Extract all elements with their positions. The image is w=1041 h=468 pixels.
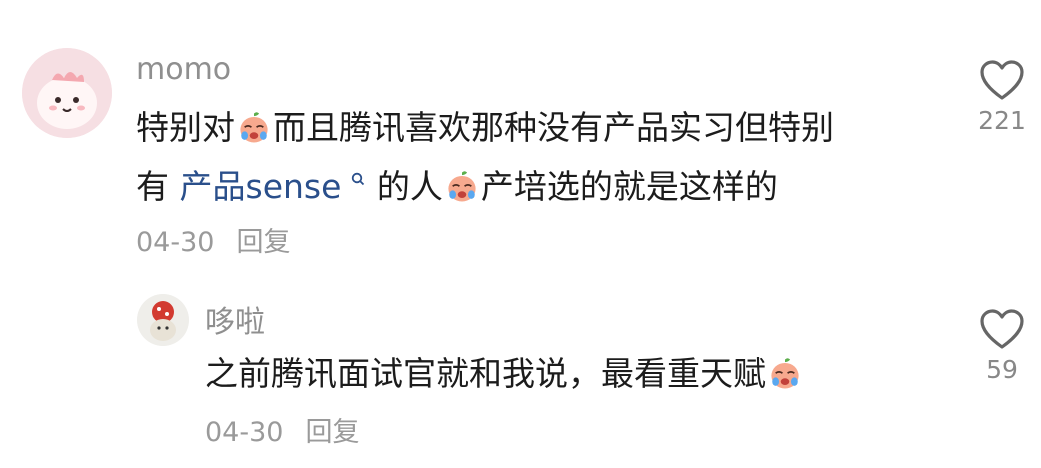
avatar[interactable] xyxy=(137,294,189,346)
comment-meta: 04-30 回复 xyxy=(136,220,290,259)
avatar[interactable] xyxy=(22,48,112,138)
username[interactable]: 哆啦 xyxy=(205,297,265,341)
comment-text-line-1: 特别对 而且腾讯喜欢那种没有产品实习但特别 xyxy=(136,102,834,154)
comment-text: 特别对 xyxy=(136,108,235,147)
like-button[interactable]: 59 xyxy=(962,307,1041,384)
crying-face-emoji xyxy=(448,171,476,202)
avatar-image xyxy=(137,294,189,346)
comment-text: 的人 xyxy=(376,167,443,206)
username[interactable]: momo xyxy=(136,52,231,87)
like-button[interactable]: 221 xyxy=(962,58,1041,135)
reply-button[interactable]: 回复 xyxy=(236,227,290,258)
comment-date: 04-30 xyxy=(205,417,284,448)
comment-text: 之前腾讯面试官就和我说，最看重天赋 xyxy=(205,354,766,393)
comment-text-line-2: 有 产品sense 的人 产培选的就是这样的 xyxy=(136,155,778,213)
keyword-search-link[interactable]: 产品sense xyxy=(180,167,342,206)
reply-button[interactable]: 回复 xyxy=(305,417,359,448)
search-icon[interactable] xyxy=(345,170,370,191)
comment-date: 04-30 xyxy=(136,227,215,258)
like-count: 59 xyxy=(986,355,1018,384)
heart-outline-icon xyxy=(980,60,1024,100)
heart-outline-icon xyxy=(980,309,1024,349)
crying-face-emoji xyxy=(771,358,799,389)
comment-meta: 04-30 回复 xyxy=(205,410,359,449)
like-count: 221 xyxy=(978,106,1026,135)
comment-text: 产培选的就是这样的 xyxy=(480,167,778,206)
comment-text: 而且腾讯喜欢那种没有产品实习但特别 xyxy=(273,108,834,147)
comment-text-line-1: 之前腾讯面试官就和我说，最看重天赋 xyxy=(205,348,804,400)
comment-text: 有 xyxy=(136,167,180,206)
avatar-image xyxy=(22,48,112,138)
crying-face-emoji xyxy=(240,112,268,143)
